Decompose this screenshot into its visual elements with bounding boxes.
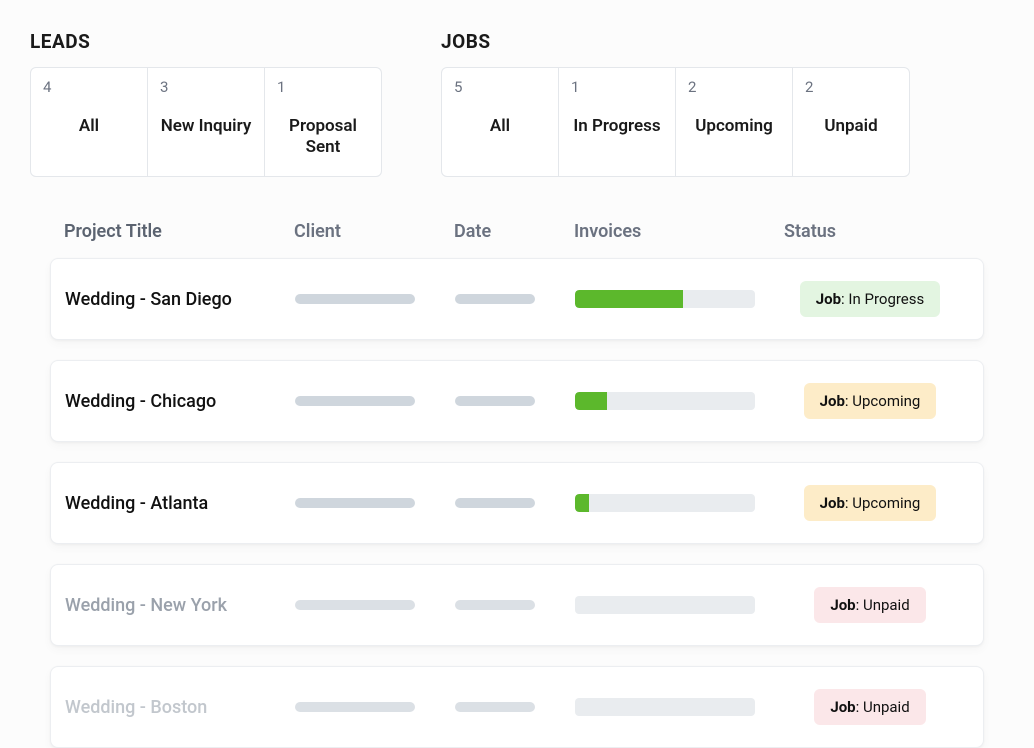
status-badge: Job: Unpaid xyxy=(814,689,925,725)
filter-count: 2 xyxy=(688,78,780,96)
filter-count: 3 xyxy=(160,78,252,96)
status-prefix: Job xyxy=(820,392,845,410)
leads-section: LEADS 4 All 3 New Inquiry 1 Proposal Sent xyxy=(30,30,381,177)
filter-label: New Inquiry xyxy=(148,116,264,137)
status-value: In Progress xyxy=(848,290,924,308)
jobs-filter-in-progress[interactable]: 1 In Progress xyxy=(558,67,676,177)
status-value: Upcoming xyxy=(852,494,920,512)
date-placeholder xyxy=(455,294,535,304)
date-placeholder xyxy=(455,498,535,508)
table-row[interactable]: Wedding - Chicago Job: Upcoming xyxy=(50,360,984,442)
client-placeholder xyxy=(295,294,415,304)
leads-filter-all[interactable]: 4 All xyxy=(30,67,148,177)
date-placeholder xyxy=(455,600,535,610)
project-title: Wedding - Atlanta xyxy=(65,493,295,514)
filter-label: Upcoming xyxy=(676,116,792,137)
status-badge: Job: Upcoming xyxy=(804,485,937,521)
invoice-progress xyxy=(575,596,755,614)
column-header-date[interactable]: Date xyxy=(454,221,574,242)
status-value: Upcoming xyxy=(852,392,920,410)
date-placeholder xyxy=(455,396,535,406)
filter-count: 1 xyxy=(571,78,663,96)
status-value: Unpaid xyxy=(863,596,910,614)
invoice-progress-fill xyxy=(575,392,607,410)
filter-label: All xyxy=(442,116,558,137)
column-header-status[interactable]: Status xyxy=(784,221,970,242)
filter-label: In Progress xyxy=(559,116,675,137)
status-prefix: Job xyxy=(816,290,841,308)
date-placeholder xyxy=(455,702,535,712)
column-header-project-title[interactable]: Project Title xyxy=(64,221,294,242)
projects-table: Project Title Client Date Invoices Statu… xyxy=(30,213,1004,748)
jobs-filter-all[interactable]: 5 All xyxy=(441,67,559,177)
status-prefix: Job xyxy=(830,596,855,614)
client-placeholder xyxy=(295,600,415,610)
table-row[interactable]: Wedding - Atlanta Job: Upcoming xyxy=(50,462,984,544)
status-value: Unpaid xyxy=(863,698,910,716)
status-badge: Job: Unpaid xyxy=(814,587,925,623)
filter-label: Unpaid xyxy=(793,116,909,137)
jobs-title: JOBS xyxy=(441,30,909,53)
invoice-progress-fill xyxy=(575,494,589,512)
filter-count: 5 xyxy=(454,78,546,96)
filter-count: 2 xyxy=(805,78,897,96)
jobs-filter-upcoming[interactable]: 2 Upcoming xyxy=(675,67,793,177)
column-header-client[interactable]: Client xyxy=(294,221,454,242)
client-placeholder xyxy=(295,498,415,508)
project-title: Wedding - Boston xyxy=(65,697,295,718)
invoice-progress-fill xyxy=(575,290,683,308)
client-placeholder xyxy=(295,396,415,406)
invoice-progress xyxy=(575,494,755,512)
table-header-row: Project Title Client Date Invoices Statu… xyxy=(50,213,984,258)
client-placeholder xyxy=(295,702,415,712)
filter-label: All xyxy=(31,116,147,137)
jobs-filter-unpaid[interactable]: 2 Unpaid xyxy=(792,67,910,177)
status-prefix: Job xyxy=(830,698,855,716)
table-row[interactable]: Wedding - San Diego Job: In Progress xyxy=(50,258,984,340)
table-row[interactable]: Wedding - Boston Job: Unpaid xyxy=(50,666,984,748)
status-badge: Job: Upcoming xyxy=(804,383,937,419)
filter-label: Proposal Sent xyxy=(265,116,381,159)
project-title: Wedding - San Diego xyxy=(65,289,295,310)
invoice-progress xyxy=(575,698,755,716)
leads-title: LEADS xyxy=(30,30,381,53)
column-header-invoices[interactable]: Invoices xyxy=(574,221,784,242)
leads-filter-row: 4 All 3 New Inquiry 1 Proposal Sent xyxy=(30,67,381,177)
jobs-section: JOBS 5 All 1 In Progress 2 Upcoming 2 Unpaid xyxy=(441,30,909,177)
invoice-progress xyxy=(575,290,755,308)
project-title: Wedding - Chicago xyxy=(65,391,295,412)
leads-filter-new-inquiry[interactable]: 3 New Inquiry xyxy=(147,67,265,177)
invoice-progress xyxy=(575,392,755,410)
status-prefix: Job xyxy=(820,494,845,512)
jobs-filter-row: 5 All 1 In Progress 2 Upcoming 2 Unpaid xyxy=(441,67,909,177)
project-title: Wedding - New York xyxy=(65,595,295,616)
status-badge: Job: In Progress xyxy=(800,281,941,317)
leads-filter-proposal-sent[interactable]: 1 Proposal Sent xyxy=(264,67,382,177)
table-row[interactable]: Wedding - New York Job: Unpaid xyxy=(50,564,984,646)
filter-count: 1 xyxy=(277,78,369,96)
filter-count: 4 xyxy=(43,78,135,96)
